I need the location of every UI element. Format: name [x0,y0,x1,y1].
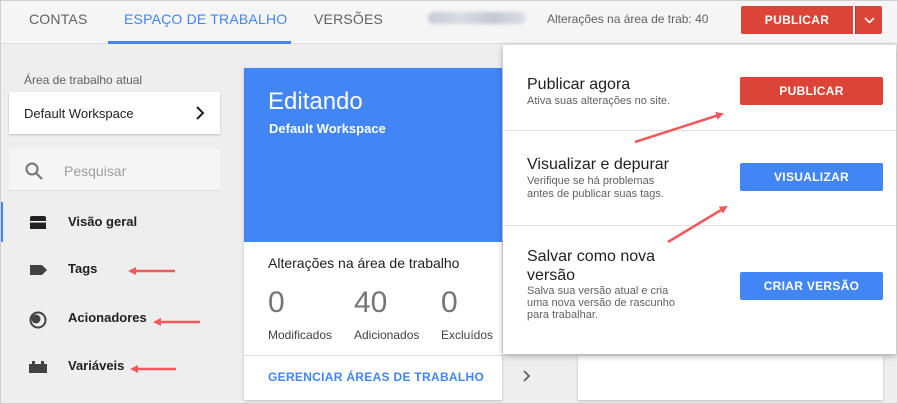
publish-now-title: Publicar agora [527,76,631,93]
card-divider [244,355,502,356]
sidebar-item-triggers[interactable]: Acionadores [0,298,235,338]
create-version-description-line-2: uma nova versão de rascunho [527,297,675,309]
sidebar-item-label: Acionadores [68,310,147,325]
create-version-title-line-2: versão [527,267,576,284]
editing-workspace-name: Default Workspace [269,121,386,136]
sidebar-item-label: Variáveis [68,358,125,373]
publish-options-menu: Publicar agora Ativa suas alterações no … [503,45,896,354]
preview-debug-description-line-1: Verifique se há problemas [527,175,655,187]
workspace-card: Editando Default Workspace Alterações na… [244,68,531,400]
stat-modified-label: Modificados [268,328,333,342]
chevron-right-icon[interactable] [522,369,532,383]
create-version-button[interactable]: CRIAR VERSÃO [740,272,883,300]
preview-debug-title: Visualizar e depurar [527,156,670,173]
tab-contas[interactable]: CONTAS [29,0,88,44]
create-version-description-line-3: para trabalhar. [527,309,598,321]
trigger-icon [29,311,47,329]
menu-divider [503,225,896,226]
workspace-changes-count: Alterações na área de trab: 40 [547,12,709,26]
active-tab-indicator [108,41,291,44]
stat-added-label: Adicionados [354,328,420,342]
chevron-right-icon [196,106,205,120]
preview-debug-description-line-2: antes de publicar suas tags. [527,188,664,200]
tag-icon [30,265,47,275]
stat-added-value: 40 [354,286,388,319]
sidebar-item-label: Visão geral [68,214,138,229]
search-field[interactable]: Pesquisar [9,149,220,191]
variable-icon [29,361,47,373]
search-input[interactable]: Pesquisar [64,163,126,179]
sidebar-item-overview[interactable]: Visão geral [0,202,235,242]
publish-options-toggle[interactable] [855,6,882,34]
tab-espaco-de-trabalho[interactable]: ESPAÇO DE TRABALHO [124,0,287,44]
chevron-down-icon [864,17,875,24]
sidebar-item-variables[interactable]: Variáveis [0,346,235,386]
search-icon [25,162,43,180]
workspace-changes-title: Alterações na área de trabalho [268,255,460,271]
current-workspace-label: Área de trabalho atual [24,73,143,87]
create-version-description-line-1: Salva sua versão atual e cria [527,285,669,297]
workspace-name: Default Workspace [24,106,134,121]
editing-title: Editando [268,88,363,115]
tab-versoes[interactable]: VERSÕES [314,0,383,44]
stat-deleted-value: 0 [441,286,458,319]
create-version-title-line-1: Salvar como nova [527,248,656,265]
overview-icon [30,216,46,229]
secondary-card [578,356,883,400]
sidebar-item-label: Tags [68,261,98,276]
menu-divider [503,130,896,131]
top-nav-bar: CONTAS ESPAÇO DE TRABALHO VERSÕES Altera… [0,0,898,44]
sidebar-item-tags[interactable]: Tags [0,249,235,289]
preview-button[interactable]: VISUALIZAR [740,163,883,191]
manage-workspaces-link[interactable]: GERENCIAR ÁREAS DE TRABALHO [268,370,484,384]
stat-deleted-label: Excluídos [441,328,494,342]
blurred-container-name [428,12,526,24]
editing-header: Editando Default Workspace [244,68,502,242]
stat-modified-value: 0 [268,286,285,319]
publish-now-description: Ativa suas alterações no site. [527,95,671,107]
workspace-selector[interactable]: Default Workspace [9,92,220,134]
publish-now-button[interactable]: PUBLICAR [740,77,883,105]
publish-button[interactable]: PUBLICAR [741,6,853,34]
